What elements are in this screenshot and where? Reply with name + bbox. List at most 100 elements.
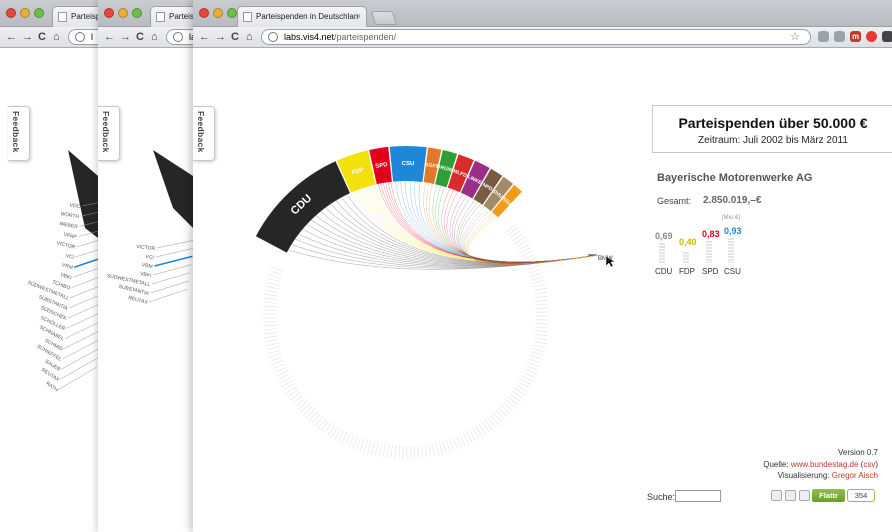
total-label: Gesamt: [657,196,692,206]
donor-tick [502,402,514,412]
new-tab-button[interactable] [370,11,398,25]
donor-tick [266,285,279,290]
share-icon[interactable] [771,490,782,501]
unit-label: [Mio.€] [722,215,741,221]
donor-label[interactable]: VICTOR [136,244,156,252]
donor-tick [526,365,539,371]
donor-tick [264,335,278,339]
reload-icon[interactable]: C [38,30,46,44]
close-window-button[interactable] [104,8,114,18]
close-window-button[interactable] [199,8,209,18]
back-arrow-icon[interactable]: ← [199,30,210,44]
donor-tick [452,437,459,450]
donor-tick [531,280,545,285]
donor-label[interactable]: VICTOR [56,240,76,250]
donation-link [61,348,100,370]
donor-links [149,239,196,303]
donor-tick [481,421,490,433]
csv-link[interactable]: csv [863,460,875,469]
donor-tick [271,266,284,272]
donor-tick [534,337,548,341]
forward-arrow-icon[interactable]: → [215,30,226,44]
share-icon[interactable] [785,490,796,501]
donor-label[interactable]: VRM [141,262,153,270]
donor-tick [530,276,544,281]
minimize-window-button[interactable] [20,8,30,18]
extension-m-icon[interactable]: m [850,31,861,42]
globe-icon [268,32,278,42]
bar-value-cdu: 0,69 [655,231,673,241]
donation-link [465,212,599,265]
donation-link [63,329,102,350]
extension-icon[interactable] [818,31,829,42]
donor-tick [530,351,544,356]
wrench-icon[interactable] [882,31,892,42]
tab-title: Parteispenden in Deutschlan [256,12,359,21]
source-link[interactable]: www.bundestag.de [791,460,859,469]
page-icon [243,12,252,22]
donor-label[interactable]: VCI [145,254,154,261]
zoom-window-button[interactable] [227,8,237,18]
donor-tick [532,344,546,349]
forward-arrow-icon[interactable]: → [22,30,33,44]
donor-tick [505,223,516,233]
donor-tick [505,399,516,409]
donor-label[interactable]: VCI [65,253,75,261]
home-icon[interactable]: ⌂ [246,30,253,44]
reload-icon[interactable]: C [231,30,239,44]
party-arcs[interactable]: CDUFDPSPD CSU AGFSGRÜNEMLPDLINKENPDDVUSSU [255,146,522,253]
donor-tick [484,419,493,431]
donor-tick [382,444,386,458]
donor-tick [314,415,324,427]
flattr-button[interactable]: Flattr [812,489,845,502]
close-tab-icon[interactable]: × [356,11,361,21]
donor-tick [311,413,321,424]
donor-tick [529,272,543,278]
back-arrow-icon[interactable]: ← [104,30,115,44]
donor-tick [507,226,519,236]
donor-label[interactable]: WEBER [59,221,79,230]
donor-label[interactable]: VBKI [140,271,152,279]
donor-tick [512,390,524,399]
bar-value-fdp: 0,40 [679,237,697,247]
author-link[interactable]: Gregor Aisch [832,471,878,480]
zoom-window-button[interactable] [132,8,142,18]
extension-icon[interactable] [834,31,845,42]
donor-tick [509,393,521,402]
donor-tick [302,406,313,416]
donation-link [382,182,599,263]
bookmark-star-icon[interactable]: ☆ [790,30,800,43]
close-window-button[interactable] [6,8,16,18]
donor-tick [438,441,443,455]
browser-tab-active[interactable]: Parteispenden in Deutschlan × [237,6,367,27]
donor-tick [528,268,542,274]
donor-label[interactable]: VBKI [59,272,72,281]
donor-label[interactable]: WÜRTH [60,210,80,220]
visualization-credit: Visualisierung: Gregor Aisch [778,471,878,480]
bar-fdp [683,252,689,263]
reload-icon[interactable]: C [136,30,144,44]
search-input[interactable] [675,490,721,502]
home-icon[interactable]: ⌂ [53,30,60,44]
donor-label[interactable]: REUTAX [127,295,148,306]
donor-tick [263,309,277,311]
minimize-window-button[interactable] [213,8,223,18]
forward-arrow-icon[interactable]: → [120,30,131,44]
minimize-window-button[interactable] [118,8,128,18]
donation-link [444,189,599,263]
donor-label[interactable]: VPAP [63,232,78,241]
donor-tick [421,445,424,459]
search-label: Suche: [647,492,676,502]
donor-label[interactable]: VDC [69,203,81,210]
donor-tick [500,404,511,415]
back-arrow-icon[interactable]: ← [6,30,17,44]
address-bar[interactable]: labs.vis4.net/parteispenden/ [261,29,811,45]
share-icon[interactable] [799,490,810,501]
donation-link [462,208,599,264]
donor-label[interactable]: VRM [61,262,73,271]
zoom-window-button[interactable] [34,8,44,18]
home-icon[interactable]: ⌂ [151,30,158,44]
extension-opera-icon[interactable] [866,31,877,42]
window-controls [199,8,237,18]
donor-tick [308,411,318,422]
